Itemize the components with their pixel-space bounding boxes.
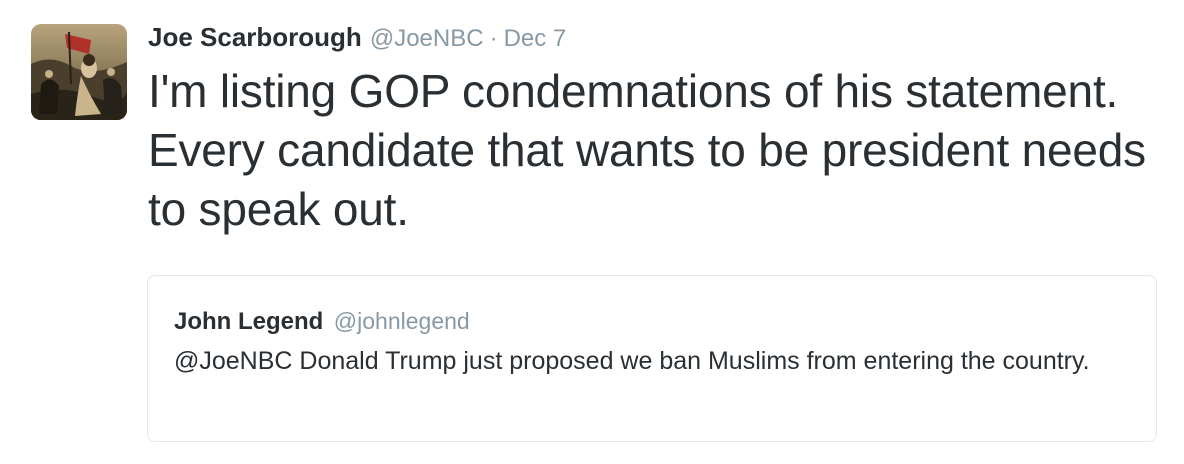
quoted-tweet-header: John Legend @johnlegend [174,308,470,336]
tweet-date[interactable]: Dec 7 [504,25,567,53]
header-separator: · [489,25,498,52]
quoted-author-handle: @johnlegend [333,308,470,334]
tweet-header: Joe Scarborough @JoeNBC · Dec 7 [148,22,566,56]
quoted-author-name: John Legend [174,308,324,335]
quoted-tweet-card[interactable]: John Legend @johnlegend @JoeNBC Donald T… [147,275,1157,442]
tweet: Joe Scarborough @JoeNBC · Dec 7 I'm list… [0,0,1184,464]
quoted-tweet-text: @JoeNBC Donald Trump just proposed we ba… [174,347,1090,375]
tweet-text: I'm listing GOP condemnations of his sta… [148,65,1146,235]
avatar[interactable] [31,24,127,120]
author-name[interactable]: Joe Scarborough [148,22,362,53]
author-handle[interactable]: @JoeNBC [370,25,484,53]
painting-avatar-icon [31,24,127,120]
